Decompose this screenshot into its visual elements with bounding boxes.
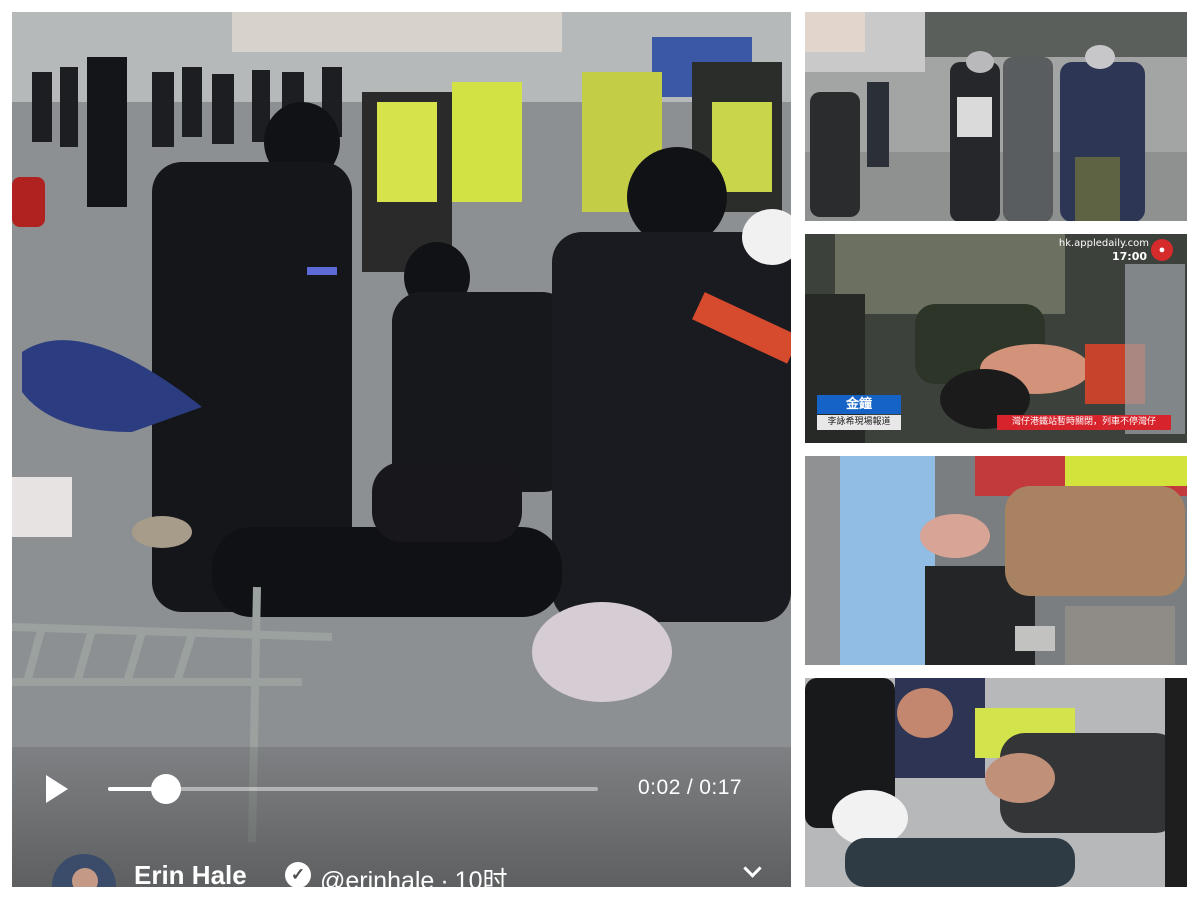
current-time: 0:02 <box>638 776 681 799</box>
photo-panel-injured-person <box>805 456 1187 665</box>
photo-panel-street-arrest <box>805 12 1187 221</box>
main-video-panel[interactable]: 0:02/0:17 Erin Hale ✓ @erinhale · 10时 <box>12 12 791 887</box>
photo-panel-medics <box>805 678 1187 887</box>
reporter-caption: 李詠希現場報道 <box>817 415 901 430</box>
play-icon <box>46 775 68 803</box>
reporter-name-bar: 金鐘 <box>817 395 901 414</box>
duration: 0:17 <box>699 776 743 799</box>
author-handle[interactable]: @erinhale <box>320 867 434 887</box>
time-separator: / <box>686 776 694 799</box>
author-handle-line: @erinhale · 10时 <box>320 861 507 887</box>
broadcast-clock: 17:00 <box>1111 250 1147 263</box>
apple-daily-logo-icon: ● <box>1151 239 1173 261</box>
video-time-readout: 0:02/0:17 <box>638 776 742 800</box>
broadcast-url: hk.appledaily.com <box>1058 238 1149 249</box>
video-progress-track[interactable] <box>108 774 598 804</box>
tv-broadcast-panel: hk.appledaily.com 17:00 ● 金鐘 李詠希現場報道 灣仔港… <box>805 234 1187 443</box>
author-name[interactable]: Erin Hale <box>134 860 247 887</box>
video-scrubber-handle[interactable] <box>150 774 181 804</box>
post-age: 10时 <box>454 867 508 887</box>
chevron-down-icon <box>743 859 762 878</box>
avatar[interactable] <box>52 854 116 887</box>
verified-badge-icon: ✓ <box>285 862 311 887</box>
street-arrest-image <box>805 12 1187 221</box>
separator-dot: · <box>440 867 449 887</box>
post-author-row: Erin Hale ✓ @erinhale · 10时 <box>52 852 791 887</box>
more-options-button[interactable] <box>742 859 764 884</box>
news-ticker: 灣仔港鐵站暫時關閉，列車不停灣仔 <box>997 415 1171 430</box>
play-button[interactable] <box>44 775 70 805</box>
medics-image <box>805 678 1187 887</box>
photo-collage: 0:02/0:17 Erin Hale ✓ @erinhale · 10时 hk… <box>0 0 1200 900</box>
injured-person-image <box>805 456 1187 665</box>
